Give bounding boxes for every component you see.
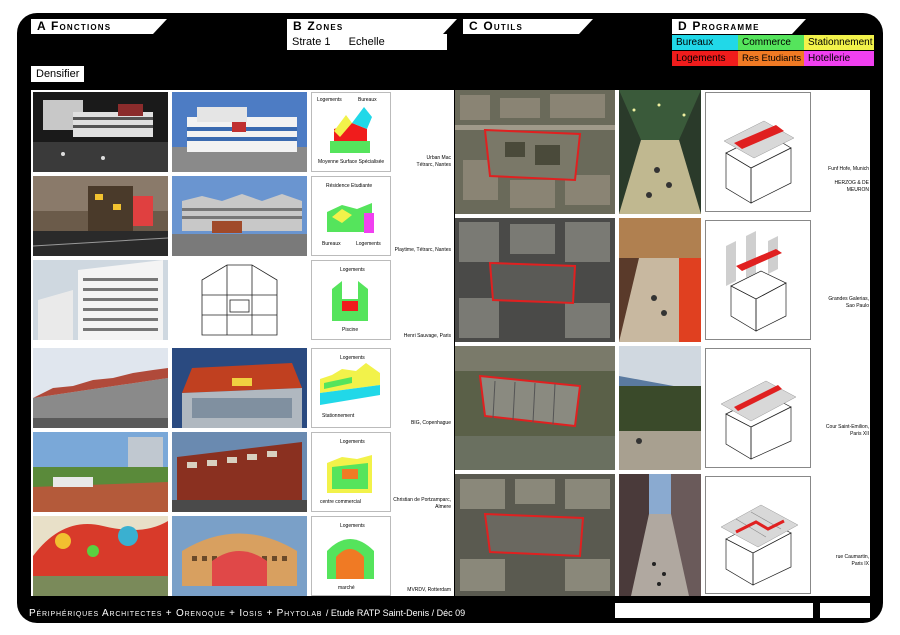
legend-bureaux: Bureaux (672, 35, 738, 50)
reference-caption: BIG, Copenhague (410, 420, 451, 426)
diagram: Logements Piscine (311, 260, 391, 340)
legend-commerce: Commerce (738, 35, 804, 50)
reference-photo[interactable] (33, 348, 168, 428)
legend-label: Stationnement (808, 37, 873, 48)
axonometric-diagram (705, 476, 811, 594)
footer-field[interactable] (615, 603, 813, 618)
diagram-label: Logements (340, 355, 365, 361)
diagram-label: Bureaux (358, 97, 377, 103)
diagram-label: Bureaux (322, 241, 341, 247)
axonometric-diagram (705, 92, 811, 212)
tab-outils[interactable]: C Outils (463, 19, 593, 34)
reference-photo[interactable] (33, 516, 168, 596)
reference-caption: rue Caumartin, Paris IX (835, 554, 869, 567)
reference-plan[interactable] (172, 260, 307, 340)
footer-page-field[interactable] (820, 603, 870, 618)
legend-logements: Logements (672, 51, 738, 66)
legend-label: Bureaux (676, 37, 714, 48)
reference-photo[interactable] (172, 432, 307, 512)
footer-credits: Périphériques Architectes + Orenoque + I… (29, 608, 465, 619)
diagram-label: Piscine (342, 327, 358, 333)
reference-photo[interactable] (172, 516, 307, 596)
legend-label: Logements (676, 53, 726, 64)
reference-photo[interactable] (619, 346, 701, 470)
tab-zones[interactable]: B Zones (287, 19, 457, 34)
legend-label: Res Etudiants (742, 53, 802, 64)
reference-photo[interactable] (33, 176, 168, 256)
reference-photo[interactable] (172, 176, 307, 256)
diagram-label: Résidence Etudiante (326, 183, 372, 189)
reference-caption: Urban Mac Tétrarc, Nantes (416, 155, 451, 168)
reference-caption: Henri Sauvage, Paris (403, 333, 451, 339)
reference-photo[interactable] (619, 218, 701, 342)
fonctions-panel: Logements Bureaux Moyenne Surface Spécia… (31, 90, 454, 596)
diagram: Logements Bureaux Moyenne Surface Spécia… (311, 92, 391, 172)
diagram-label: marché (338, 585, 355, 591)
legend-label: Commerce (742, 37, 791, 48)
diagram-label: Moyenne Surface Spécialisée (318, 159, 384, 165)
aerial-map[interactable] (455, 346, 615, 470)
legend-res-etudiants: Res Etudiants (738, 51, 804, 66)
reference-caption: Christian de Portzamparc, Almere (393, 497, 451, 510)
reference-caption: Grandes Galerias, Sao Paulo (828, 296, 869, 309)
aerial-map[interactable] (455, 90, 615, 214)
presentation-board: A Fonctions B Zones C Outils D Programme… (17, 13, 883, 623)
diagram-label: Logements (317, 97, 342, 103)
outils-panel: Funf Hofe, Munich HERZOG & DE MEURON Gra… (455, 90, 870, 596)
reference-photo[interactable] (33, 260, 168, 340)
axonometric-diagram (705, 348, 811, 468)
diagram-label: centre commercial (320, 499, 361, 505)
aerial-map[interactable] (455, 218, 615, 342)
legend-hotellerie: Hotellerie (804, 51, 874, 66)
reference-photo[interactable] (172, 348, 307, 428)
reference-photo[interactable] (619, 90, 701, 214)
densifier-button[interactable]: Densifier (31, 66, 85, 82)
diagram: Logements marché (311, 516, 391, 596)
credits-text: Périphériques Architectes + Orenoque + I… (29, 608, 323, 619)
reference-photo[interactable] (33, 432, 168, 512)
reference-caption: Playtime, Tétrarc, Nantes (394, 247, 451, 253)
reference-photo[interactable] (33, 92, 168, 172)
zones-selector[interactable]: Strate 1 Echelle métropolitaine (287, 34, 447, 62)
aerial-map[interactable] (455, 474, 615, 596)
project-text: / Etude RATP Saint-Denis / Déc 09 (325, 608, 466, 618)
reference-caption: Funf Hofe, Munich HERZOG & DE MEURON (828, 166, 869, 193)
tab-fonctions[interactable]: A Fonctions (31, 19, 167, 34)
diagram-label: Logements (340, 523, 365, 529)
diagram-label: Logements (340, 267, 365, 273)
reference-caption: Cour Saint-Emilion, Paris XII (825, 424, 869, 437)
reference-caption: MVRDV, Rotterdam (407, 587, 451, 593)
tab-programme[interactable]: D Programme (672, 19, 806, 34)
strate-label: Strate 1 (292, 36, 331, 48)
diagram: Résidence Etudiante Bureaux Logements (311, 176, 391, 256)
legend-label: Hotellerie (808, 53, 851, 64)
axonometric-diagram (705, 220, 811, 340)
diagram-label: Stationnement (322, 413, 355, 419)
reference-photo[interactable] (172, 92, 307, 172)
legend-stationnement: Stationnement (804, 35, 874, 50)
diagram: Logements Stationnement (311, 348, 391, 428)
reference-photo[interactable] (619, 474, 701, 596)
diagram-label: Logements (340, 439, 365, 445)
